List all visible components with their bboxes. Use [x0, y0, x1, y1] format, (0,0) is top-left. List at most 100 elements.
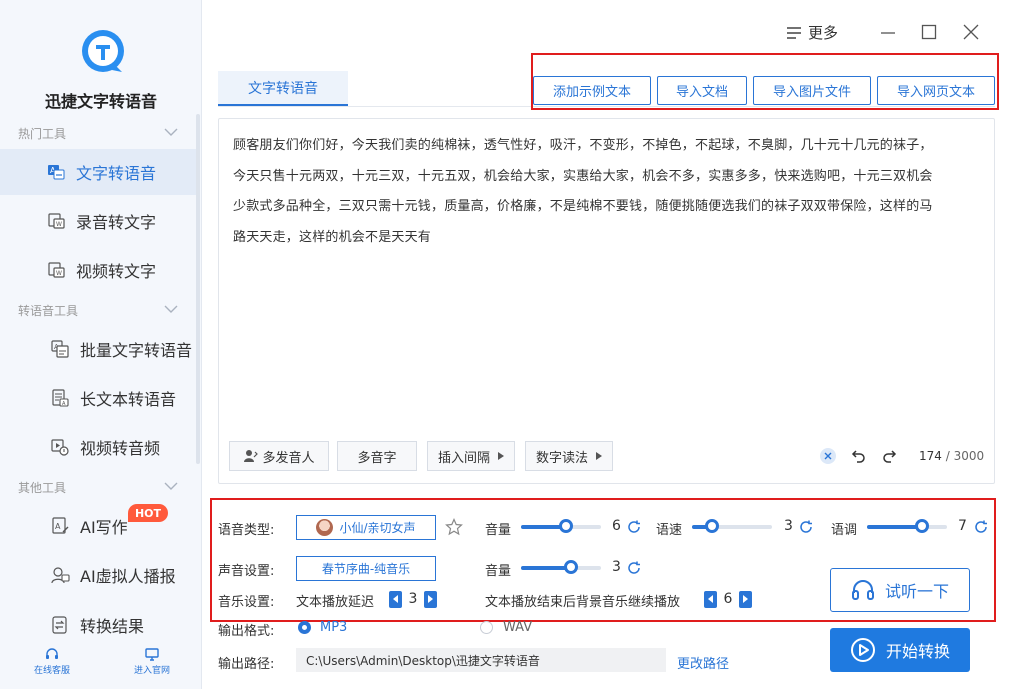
- hot-badge: HOT: [128, 504, 168, 522]
- sidebar-item-video-to-text[interactable]: W 视频转文字: [0, 247, 197, 293]
- change-path-link[interactable]: 更改路径: [677, 653, 729, 672]
- group-title-other: 其他工具: [18, 481, 67, 495]
- pitch-slider[interactable]: [867, 519, 947, 533]
- increment-button[interactable]: [739, 590, 752, 608]
- decrement-button[interactable]: [704, 590, 717, 608]
- text-editor[interactable]: 顾客朋友们你们好，今天我们卖的纯棉袜，透气性好，吸汗，不变形，不掉色，不起球，不…: [218, 118, 995, 484]
- minimize-icon[interactable]: [880, 24, 896, 40]
- virtual-avatar-icon: [51, 567, 70, 584]
- format-mp3-radio[interactable]: [298, 621, 311, 634]
- reset-icon[interactable]: [974, 520, 988, 534]
- start-convert-button[interactable]: 开始转换: [830, 628, 970, 672]
- monitor-icon: [145, 648, 159, 661]
- char-max: / 3000: [945, 449, 985, 463]
- preview-listen-button[interactable]: 试听一下: [830, 568, 970, 612]
- clear-icon[interactable]: [819, 447, 837, 465]
- continue-music-stepper[interactable]: 6: [704, 589, 752, 609]
- speed-value: 3: [784, 518, 793, 534]
- format-wav-label[interactable]: WAV: [503, 620, 532, 635]
- music-volume-slider-knob[interactable]: [564, 560, 578, 574]
- add-sample-text-button[interactable]: 添加示例文本: [533, 76, 651, 105]
- continue-music-label: 文本播放结束后背景音乐继续播放: [485, 595, 681, 610]
- pitch-slider-fill: [867, 525, 922, 529]
- preview-listen-label: 试听一下: [884, 582, 949, 601]
- group-title-tts: 转语音工具: [18, 304, 79, 318]
- redo-icon[interactable]: [880, 447, 898, 465]
- undo-icon[interactable]: [850, 447, 868, 465]
- multi-speaker-label: 多发音人: [262, 450, 315, 466]
- speed-slider[interactable]: [692, 519, 772, 533]
- delay-stepper[interactable]: 3: [389, 589, 437, 609]
- char-counter: 174 / 3000: [919, 449, 984, 463]
- number-reading-button[interactable]: 数字读法: [525, 441, 613, 471]
- close-icon[interactable]: [963, 24, 979, 40]
- speaker-person-icon: [244, 450, 259, 462]
- chevron-down-icon[interactable]: [164, 482, 178, 490]
- star-icon[interactable]: [445, 518, 463, 536]
- editor-line: 路天天走，这样的机会不是天天有: [233, 229, 432, 245]
- sidebar-item-long-text-tts[interactable]: A 长文本转语音: [0, 375, 197, 421]
- online-support-label: 在线客服: [33, 666, 70, 676]
- music-select-button[interactable]: 春节序曲-纯音乐: [296, 556, 436, 581]
- maximize-icon[interactable]: [921, 24, 937, 40]
- sidebar-scrollbar[interactable]: [196, 114, 200, 464]
- continue-music-value[interactable]: 6: [717, 591, 739, 607]
- reset-icon[interactable]: [799, 520, 813, 534]
- app-title: 迅捷文字转语音: [44, 92, 157, 111]
- format-wav-radio[interactable]: [480, 621, 493, 634]
- video-text-icon: W: [48, 262, 65, 278]
- sidebar-item-label: 批量文字转语音: [80, 341, 193, 360]
- import-webpage-button[interactable]: 导入网页文本: [877, 76, 995, 105]
- import-document-button[interactable]: 导入文档: [657, 76, 747, 105]
- volume-slider-knob[interactable]: [559, 519, 573, 533]
- number-reading-label: 数字读法: [535, 450, 588, 466]
- volume-slider[interactable]: [521, 519, 601, 533]
- insert-pause-label: 插入间隔: [437, 450, 490, 466]
- chevron-down-icon[interactable]: [164, 128, 178, 136]
- output-path-label: 输出路径:: [218, 657, 275, 672]
- import-image-button[interactable]: 导入图片文件: [753, 76, 871, 105]
- multi-speaker-button[interactable]: 多发音人: [229, 441, 329, 471]
- music-volume-slider[interactable]: [521, 560, 601, 574]
- sidebar-item-label: 录音转文字: [76, 213, 157, 232]
- headset-icon: [46, 648, 58, 659]
- sidebar-item-results[interactable]: 转换结果: [0, 602, 197, 648]
- insert-pause-button[interactable]: 插入间隔: [427, 441, 515, 471]
- sidebar-item-label: AI虚拟人播报: [80, 567, 176, 586]
- official-site-link[interactable]: 进入官网: [122, 648, 182, 676]
- char-count: 174: [919, 449, 942, 463]
- app-logo: [82, 30, 124, 72]
- music-setting-label: 音乐设置:: [218, 595, 275, 610]
- sidebar-item-batch-tts[interactable]: A 批量文字转语音: [0, 326, 197, 372]
- reset-icon[interactable]: [627, 561, 641, 575]
- online-support-link[interactable]: 在线客服: [22, 648, 82, 676]
- pitch-slider-knob[interactable]: [915, 519, 929, 533]
- speed-slider-knob[interactable]: [705, 519, 719, 533]
- voice-select-button[interactable]: 小仙/亲切女声: [296, 515, 436, 540]
- sidebar-item-ai-avatar[interactable]: AI虚拟人播报: [0, 552, 197, 598]
- sidebar: 迅捷文字转语音 热门工具 A 文字转语音 W 录音转文字 W 视频转文字 转语音…: [0, 0, 202, 689]
- chevron-down-icon[interactable]: [164, 305, 178, 313]
- decrement-button[interactable]: [389, 590, 402, 608]
- editor-content[interactable]: 顾客朋友们你们好，今天我们卖的纯棉袜，透气性好，吸汗，不变形，不掉色，不起球，不…: [233, 131, 981, 253]
- tab-text-to-speech[interactable]: 文字转语音: [218, 71, 348, 106]
- format-mp3-label[interactable]: MP3: [320, 620, 347, 635]
- sidebar-item-video-to-audio[interactable]: 视频转音频: [0, 424, 197, 470]
- increment-button[interactable]: [424, 590, 437, 608]
- music-volume-label: 音量: [485, 564, 512, 579]
- sidebar-item-text-to-speech[interactable]: A 文字转语音: [0, 149, 197, 195]
- voice-avatar: [316, 519, 334, 536]
- delay-value[interactable]: 3: [402, 591, 424, 607]
- official-site-label: 进入官网: [133, 666, 170, 676]
- output-path-field[interactable]: C:\Users\Admin\Desktop\迅捷文字转语音: [296, 648, 666, 672]
- output-format-label: 输出格式:: [218, 624, 275, 639]
- more-menu-button[interactable]: 更多: [786, 22, 838, 43]
- editor-line: 少款式多品种全，三双只需十元钱，质量高，价格廉，不是纯棉不要钱，随便挑随便选我们…: [233, 199, 933, 214]
- start-convert-label: 开始转换: [885, 642, 950, 661]
- editor-line: 今天只售十元两双，十元三双，十元五双，机会给大家，实惠给大家，机会不多，实惠多多…: [233, 168, 933, 184]
- polyphone-button[interactable]: 多音字: [337, 441, 417, 471]
- sound-setting-label: 声音设置:: [218, 564, 275, 579]
- reset-icon[interactable]: [627, 520, 641, 534]
- sidebar-item-audio-to-text[interactable]: W 录音转文字: [0, 198, 197, 244]
- sidebar-item-label: 文字转语音: [76, 164, 157, 183]
